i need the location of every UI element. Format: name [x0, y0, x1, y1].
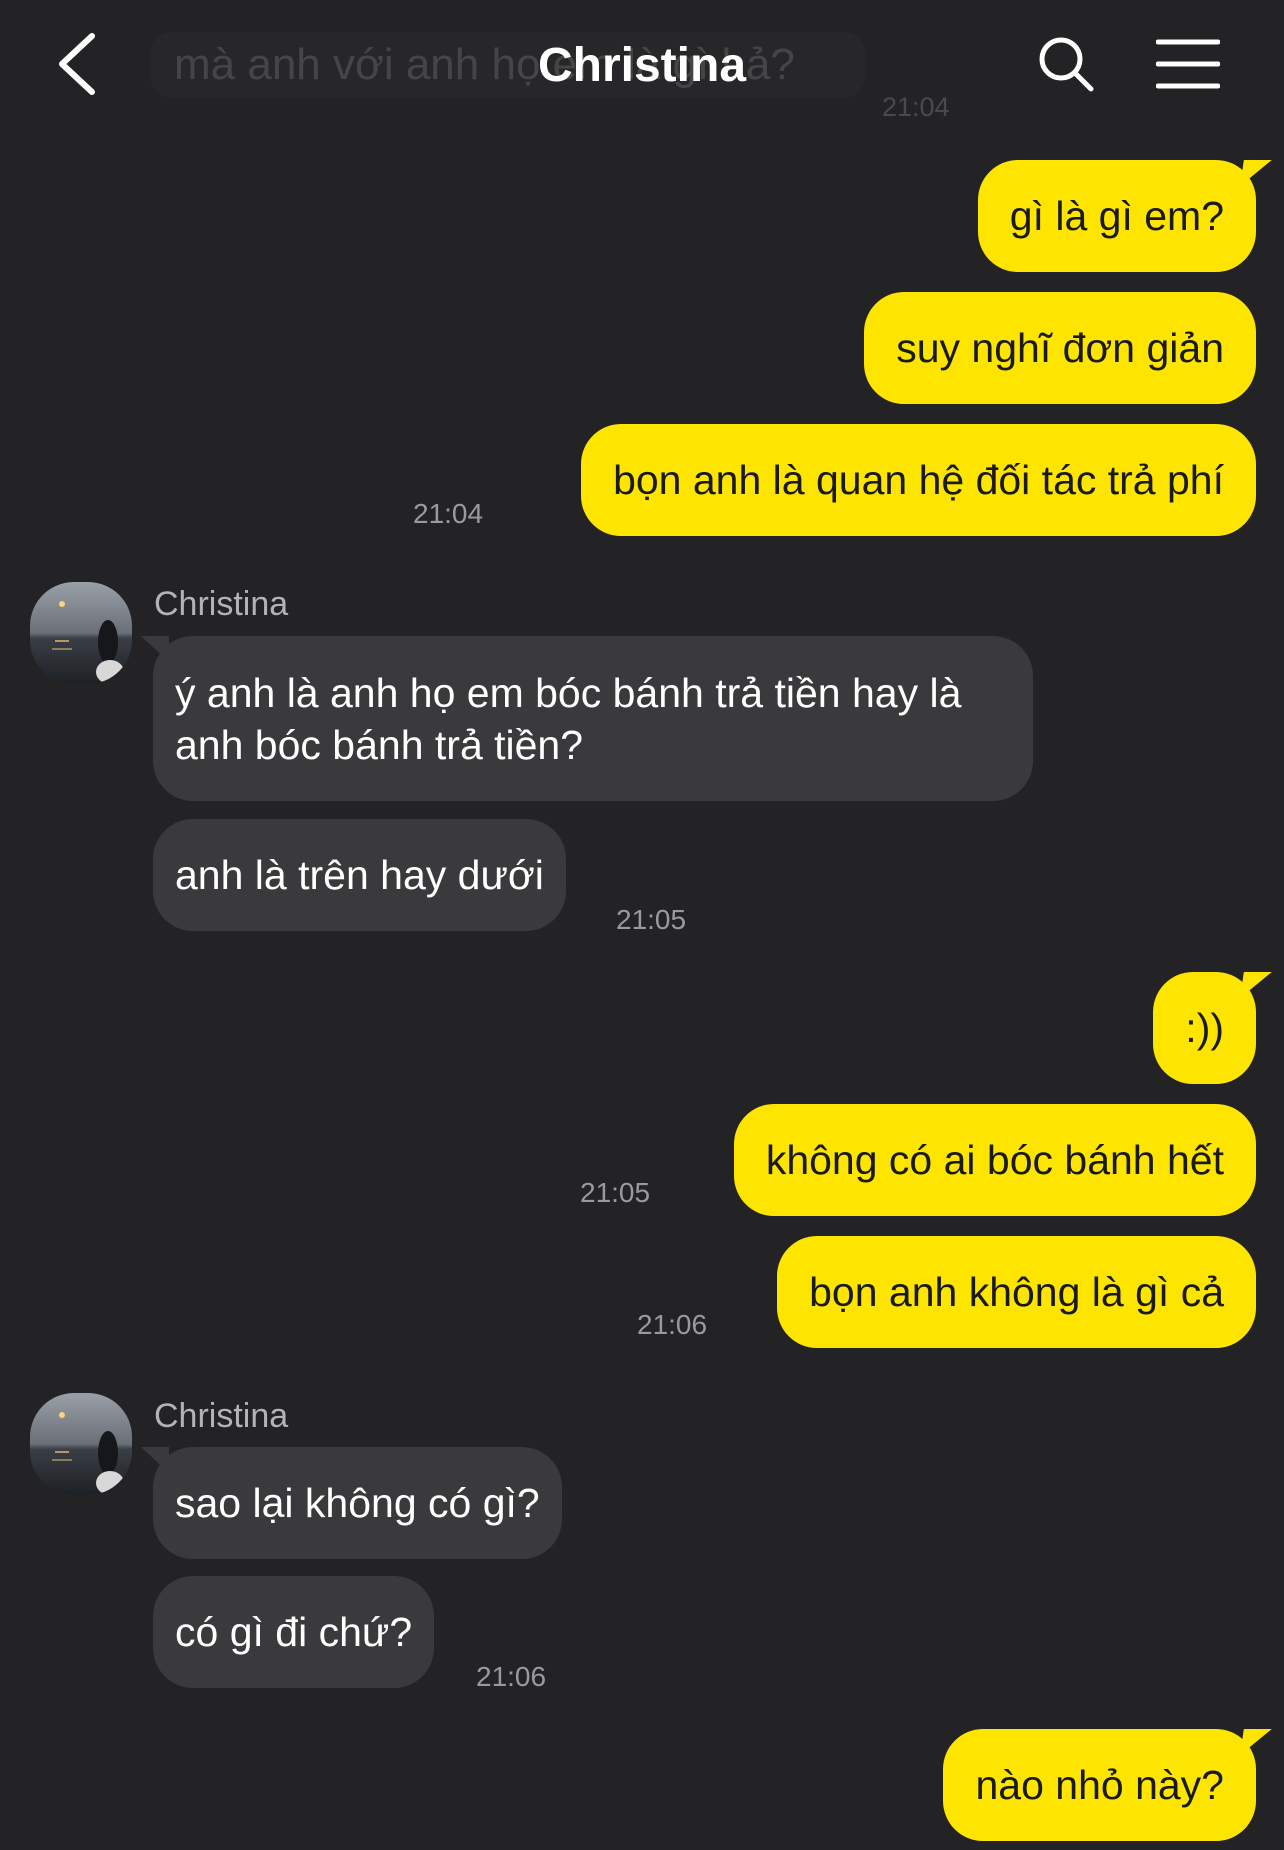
received-message[interactable]: ý anh là anh họ em bóc bánh trả tiền hay… [141, 636, 1033, 801]
avatar-photo [30, 582, 132, 684]
avatar[interactable] [30, 1393, 132, 1495]
received-message[interactable]: anh là trên hay dưới [153, 819, 566, 931]
search-icon [1039, 37, 1094, 92]
sent-message[interactable]: suy nghĩ đơn giản [864, 292, 1256, 404]
received-message[interactable]: có gì đi chứ? [153, 1576, 435, 1688]
sent-message[interactable]: nào nhỏ này? [943, 1729, 1256, 1841]
search-button[interactable] [1036, 34, 1096, 94]
received-message[interactable]: sao lại không có gì? [141, 1447, 562, 1559]
message-time: 21:05 [580, 1177, 651, 1208]
message-time: 21:06 [637, 1309, 708, 1340]
sent-message[interactable]: :)) [1153, 972, 1256, 1084]
sender-name: Christina [154, 585, 289, 623]
chat-header: mà anh với anh họ em là gì hả? 21:04 Chr… [0, 0, 1284, 135]
sender-name: Christina [154, 1397, 289, 1435]
sent-message[interactable]: bọn anh là quan hệ đối tác trả phí [581, 424, 1256, 536]
menu-button[interactable] [1155, 38, 1221, 90]
sent-message[interactable]: bọn anh không là gì cả [777, 1236, 1256, 1348]
hamburger-menu-icon [1155, 39, 1221, 89]
message-time: 21:06 [476, 1661, 547, 1692]
sent-message[interactable]: không có ai bóc bánh hết [733, 1104, 1256, 1216]
avatar-photo [30, 1393, 132, 1495]
avatar[interactable] [30, 582, 132, 684]
message-time: 21:04 [413, 498, 484, 529]
message-time: 21:05 [616, 904, 687, 935]
sent-message[interactable]: gì là gì em? [977, 160, 1256, 272]
